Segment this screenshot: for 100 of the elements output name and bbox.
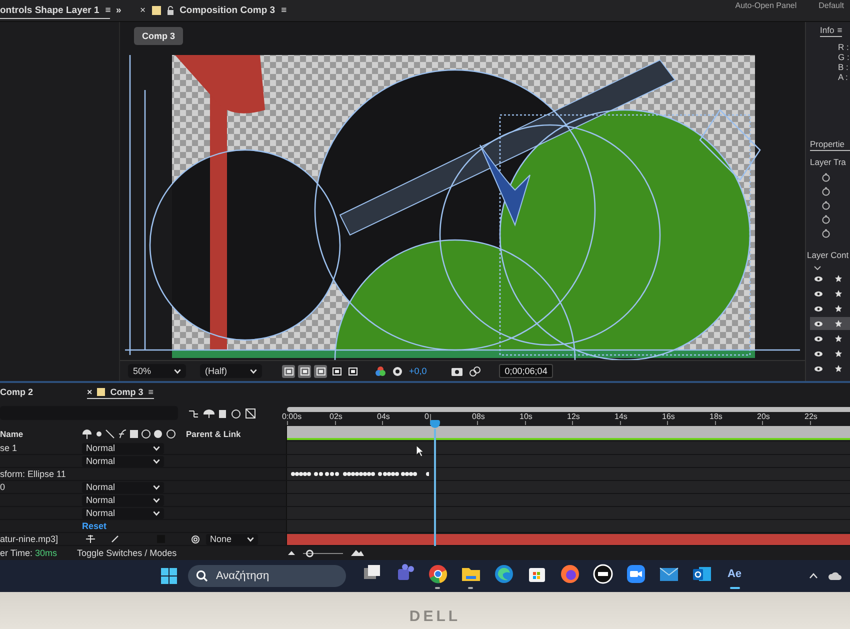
pen-icon[interactable]	[111, 535, 119, 543]
chevron-down-icon[interactable]	[153, 446, 160, 450]
timeline-tab[interactable]: × Comp 3 ≡	[87, 385, 154, 399]
chevron-down-icon[interactable]	[247, 536, 254, 542]
ruler-label: 10s	[520, 412, 532, 421]
comp-button[interactable]: Comp 3	[134, 27, 184, 45]
menu-icon[interactable]: ≡	[105, 4, 111, 16]
exposure-value[interactable]: +0,0	[409, 366, 427, 376]
slider-thumb[interactable]	[306, 549, 314, 557]
app-icon[interactable]	[426, 563, 448, 585]
blend-mode-dropdown[interactable]: Normal	[82, 442, 164, 454]
timecode-field[interactable]: 0;00;06;04	[498, 364, 554, 378]
taskbar-search-field[interactable]: Αναζήτηση	[188, 565, 346, 587]
reset-link[interactable]: Reset	[82, 521, 107, 531]
link-icon[interactable]	[468, 366, 481, 376]
ruler-label: 08s	[472, 412, 485, 421]
menu-icon[interactable]: ≡	[148, 386, 154, 396]
chevron-down-icon[interactable]	[174, 368, 181, 374]
view-toggle-button[interactable]	[314, 364, 327, 378]
menu-icon[interactable]: ≡	[837, 25, 842, 35]
expand-icon[interactable]: »	[116, 5, 130, 16]
camera-icon[interactable]	[450, 366, 463, 376]
view-toggle-button[interactable]	[346, 364, 359, 378]
app-label[interactable]: Ae	[727, 563, 742, 585]
eye-icon[interactable]	[814, 290, 823, 296]
column-header[interactable]: Parent & Link	[186, 428, 241, 438]
layer-content-item[interactable]	[810, 317, 850, 330]
audio-switch-icon[interactable]	[86, 535, 95, 543]
section-title[interactable]: Layer Tra	[810, 157, 850, 167]
blend-mode-dropdown[interactable]: Normal	[82, 508, 164, 518]
layer-name[interactable]: 0	[0, 482, 6, 492]
chevron-down-icon[interactable]	[153, 484, 160, 490]
panel-title[interactable]: Propertie	[810, 139, 850, 151]
composition-tab[interactable]: Composition Comp 3	[180, 5, 276, 16]
app-icon[interactable]	[624, 563, 646, 585]
layer-switch-icon[interactable]	[188, 408, 258, 418]
view-toggle-button[interactable]	[282, 364, 295, 378]
eye-icon[interactable]	[814, 276, 823, 282]
star-icon	[835, 305, 842, 312]
chevron-down-icon[interactable]	[153, 458, 160, 464]
eye-icon[interactable]	[814, 366, 823, 372]
section-title[interactable]: Layer Cont	[807, 250, 850, 260]
zoom-in-icon[interactable]	[350, 549, 365, 557]
menu-icon[interactable]: ≡	[281, 5, 287, 16]
close-icon[interactable]: ×	[140, 5, 146, 16]
panel-tab[interactable]: ontrols Shape Layer 1	[0, 4, 100, 16]
eye-icon[interactable]	[814, 336, 823, 342]
ruler-label: 0	[424, 412, 429, 421]
channel-label: G :	[838, 52, 850, 62]
auto-open-checkbox-label[interactable]: Auto-Open Panel	[735, 1, 797, 10]
stopwatch-icon[interactable]	[822, 229, 830, 238]
chevron-down-icon[interactable]	[153, 510, 160, 516]
app-icon[interactable]	[558, 563, 580, 585]
blend-mode-dropdown[interactable]: Normal	[82, 482, 164, 492]
ruler-label: 0:00s	[282, 412, 302, 421]
exposure-icon[interactable]	[392, 366, 403, 376]
chevron-up-icon[interactable]	[809, 573, 818, 579]
zoom-dropdown[interactable]: 50%	[128, 364, 186, 378]
chevron-down-icon[interactable]	[250, 368, 257, 374]
timeline-tab[interactable]: Comp 2	[0, 383, 34, 401]
zoom-out-icon[interactable]	[287, 550, 296, 556]
stopwatch-icon[interactable]	[822, 215, 830, 224]
column-header[interactable]: Name	[0, 428, 82, 438]
layer-name[interactable]: atur-nine.mp3]	[0, 534, 58, 544]
stopwatch-icon[interactable]	[822, 201, 830, 210]
search-icon	[196, 570, 208, 582]
workspace-label[interactable]: Default	[818, 1, 844, 10]
color-channels-icon[interactable]	[375, 366, 386, 376]
property-group-name[interactable]: sform: Ellipse 11	[0, 469, 66, 479]
ruler-label: 22s	[804, 412, 818, 421]
star-icon	[835, 290, 842, 297]
chevron-icon[interactable]	[814, 266, 821, 270]
composition-icon	[152, 6, 161, 15]
star-icon	[835, 350, 842, 357]
eye-icon[interactable]	[814, 320, 823, 326]
playhead-handle[interactable]	[430, 420, 440, 428]
stopwatch-icon[interactable]	[822, 187, 830, 196]
resolution-dropdown[interactable]: (Half)	[200, 364, 262, 378]
blend-mode-dropdown[interactable]: Normal	[82, 456, 164, 466]
channel-label: A :	[838, 72, 849, 82]
parent-dropdown[interactable]: None	[206, 534, 258, 544]
close-icon[interactable]: ×	[87, 386, 92, 396]
zoom-slider[interactable]	[300, 548, 346, 558]
start-icon[interactable]	[160, 567, 178, 585]
panel-title[interactable]: Info	[820, 25, 834, 35]
mouse-cursor-icon	[416, 445, 424, 457]
view-toggle-button[interactable]	[330, 364, 343, 378]
layer-name[interactable]: se 1	[0, 443, 18, 453]
app-icon[interactable]	[592, 563, 614, 585]
toggle-switches-button[interactable]: Toggle Switches / Modes	[77, 548, 177, 558]
blend-mode-dropdown[interactable]: Normal	[82, 494, 164, 506]
eye-icon[interactable]	[814, 350, 823, 356]
stopwatch-icon[interactable]	[822, 173, 830, 182]
lock-icon[interactable]	[166, 6, 174, 15]
chevron-down-icon[interactable]	[153, 498, 160, 502]
eye-icon[interactable]	[814, 306, 823, 312]
pick-whip-icon[interactable]	[191, 534, 200, 544]
cloud-icon[interactable]	[828, 571, 842, 581]
view-toggle-button[interactable]	[298, 364, 311, 378]
app-icon[interactable]	[492, 563, 514, 585]
